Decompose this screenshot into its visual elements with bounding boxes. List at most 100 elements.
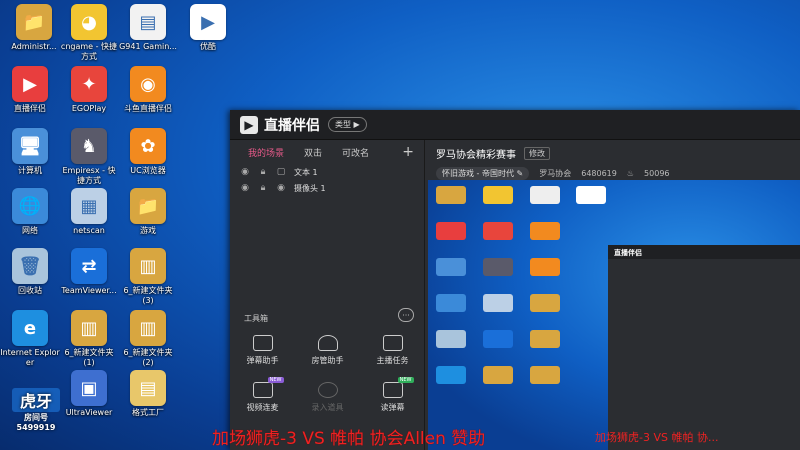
desktop-icon[interactable]: ◕ cngame - 快捷方式	[59, 4, 119, 62]
desktop-icon-label: 计算机	[18, 166, 42, 175]
desktop-icon[interactable]: ▥ 6_新建文件夹 (2)	[118, 310, 178, 368]
preview-desktop-icon	[436, 222, 466, 240]
lock-icon[interactable]: 🔒︎	[258, 183, 268, 193]
app-titlebar: ▶ 直播伴侣 类型 ▶	[230, 110, 800, 140]
stream-preview[interactable]: 直播伴侣	[428, 180, 800, 450]
desktop-icon[interactable]: 🌐 网络	[0, 188, 60, 236]
desktop-shortcut-icon: ▶	[190, 4, 226, 40]
source-item-camera[interactable]: ◉ 🔒︎ ◉ 摄像头 1	[230, 180, 424, 196]
desktop-icon[interactable]: ▥ 6_新建文件夹 (3)	[118, 248, 178, 306]
desktop-shortcut-icon: ✦	[71, 66, 107, 102]
desktop-icon-label: 直播伴侣	[14, 104, 46, 113]
tool-room-manager[interactable]: 房管助手	[295, 335, 360, 366]
desktop-icon-label: 斗鱼直播伴侣	[124, 104, 172, 113]
desktop-icon[interactable]: ▤ G941 Gamin...	[118, 4, 178, 52]
desktop-icon-label: netscan	[73, 226, 105, 235]
desktop-icon-label: G941 Gamin...	[119, 42, 177, 51]
desktop-icon[interactable]: e Internet Explorer	[0, 310, 60, 368]
tool-danmu-assistant[interactable]: 弹幕助手	[230, 335, 295, 366]
desktop-icon-label: 6_新建文件夹 (3)	[123, 286, 173, 305]
add-scene-button[interactable]: +	[402, 144, 414, 160]
desktop-shortcut-icon: ▤	[130, 4, 166, 40]
watermark-room-label: 房间号	[24, 413, 48, 422]
room-header: 罗马协会精彩赛事 修改 怀旧游戏 - 帝国时代 ✎ 罗马协会 6480619 ♨…	[426, 140, 800, 180]
room-title: 罗马协会精彩赛事	[436, 150, 516, 161]
watermark-room-id: 5499919	[16, 423, 56, 432]
desktop-icon[interactable]: ▣ UltraViewer	[59, 370, 119, 418]
desktop-icon[interactable]: ✦ EGOPlay	[59, 66, 119, 114]
desktop-icon[interactable]: ▥ 6_新建文件夹 (1)	[59, 310, 119, 368]
desktop-icon[interactable]: 🗑 回收站	[0, 248, 60, 296]
source-label: 文本 1	[294, 167, 318, 177]
desktop-shortcut-icon: ◕	[71, 4, 107, 40]
preview-desktop-icon	[483, 258, 513, 276]
sponsor-overlay-echo: 加场狮虎-3 VS 帷帕 协...	[595, 431, 719, 444]
tab-my-scene[interactable]: 我的场景	[248, 146, 284, 159]
desktop-icon-label: Administr...	[11, 42, 57, 51]
preview-desktop-icon	[436, 330, 466, 348]
app-logo-icon: ▶	[240, 115, 258, 134]
preview-desktop-icon	[436, 294, 466, 312]
scene-tabs: 我的场景 双击 可改名 +	[230, 140, 424, 164]
download-icon	[317, 382, 338, 398]
desktop-icon[interactable]: ⇄ TeamViewer...	[59, 248, 119, 296]
lock-icon[interactable]: 🔒︎	[258, 167, 268, 177]
toolbox-more-button[interactable]: ···	[398, 308, 414, 322]
tool-video-link[interactable]: NEW 视频连麦	[230, 377, 295, 413]
desktop-shortcut-icon: ⇄	[71, 248, 107, 284]
preview-desktop-icon	[530, 330, 560, 348]
desktop-icon[interactable]: ◉ 斗鱼直播伴侣	[118, 66, 178, 114]
preview-desktop-icon	[530, 366, 560, 384]
preview-desktop-icon	[576, 186, 606, 204]
watermark-logo: 虎牙	[12, 388, 60, 412]
desktop-icon[interactable]: ▶ 直播伴侣	[0, 66, 60, 114]
scene-panel: 我的场景 双击 可改名 + ◉ 🔒︎ ▢ 文本 1 ◉ 🔒︎ ◉ 摄像头 1 工…	[230, 140, 425, 450]
tab-double-click[interactable]: 双击	[304, 146, 322, 159]
check-icon	[382, 335, 403, 351]
fans-count: 50096	[644, 169, 670, 178]
preview-desktop-icon	[436, 258, 466, 276]
guild-name: 罗马协会	[539, 169, 572, 178]
desktop-icon-label: UC浏览器	[130, 166, 166, 175]
sponsor-overlay-text: 加场狮虎-3 VS 帷帕 协会Allen 赞助	[212, 429, 486, 449]
desktop-shortcut-icon: 📁	[16, 4, 52, 40]
msg-icon	[252, 335, 273, 351]
edit-title-button[interactable]: 修改	[524, 147, 550, 160]
desktop-icon-label: 格式工厂	[132, 408, 164, 417]
huya-watermark: 虎牙 房间号 5499919	[12, 388, 60, 432]
preview-desktop-icon	[436, 186, 466, 204]
eye-icon[interactable]: ◉	[240, 183, 250, 193]
desktop-icon[interactable]: ▦ netscan	[59, 188, 119, 236]
source-item-text[interactable]: ◉ 🔒︎ ▢ 文本 1	[230, 164, 424, 180]
toolbox-grid: 弹幕助手 房管助手 主播任务 NEW 视频连麦 录入道具 NEW 读弹幕	[230, 335, 425, 413]
eye-icon[interactable]: ◉	[240, 167, 250, 177]
desktop-shortcut-icon: ◉	[130, 66, 166, 102]
preview-desktop-icon	[436, 366, 466, 384]
desktop-icon-label: EGOPlay	[71, 104, 107, 113]
desktop-icon[interactable]: 📁 Administr...	[4, 4, 64, 52]
desktop-icon[interactable]: ▶ 优酷	[178, 4, 238, 52]
desktop-icon-label: 6_新建文件夹 (2)	[123, 348, 173, 367]
desktop-icon-label: Internet Explorer	[0, 348, 60, 367]
room-panel: 罗马协会精彩赛事 修改 怀旧游戏 - 帝国时代 ✎ 罗马协会 6480619 ♨…	[426, 140, 800, 450]
desktop-icon[interactable]: ▤ 格式工厂	[118, 370, 178, 418]
desktop-icon-label: UltraViewer	[65, 408, 113, 417]
desktop-icon[interactable]: ♞ Empiresx - 快捷方式	[59, 128, 119, 186]
desktop-shortcut-icon: 🗑	[12, 248, 48, 284]
desktop-shortcut-icon: ▥	[71, 310, 107, 346]
desktop-shortcut-icon: ▣	[71, 370, 107, 406]
tool-record-props[interactable]: 录入道具	[295, 382, 360, 413]
category-selector[interactable]: 怀旧游戏 - 帝国时代 ✎	[436, 167, 530, 180]
preview-desktop-icon	[483, 294, 513, 312]
desktop-shortcut-icon: ▥	[130, 310, 166, 346]
tool-anchor-task[interactable]: 主播任务	[360, 335, 425, 366]
desktop-icon[interactable]: ✿ UC浏览器	[118, 128, 178, 176]
type-button[interactable]: 类型 ▶	[328, 117, 367, 132]
desktop-icon[interactable]: 📁 游戏	[118, 188, 178, 236]
preview-nested-title: 直播伴侣	[608, 245, 800, 259]
desktop-shortcut-icon: ▤	[130, 370, 166, 406]
tool-read-danmu[interactable]: NEW 读弹幕	[360, 377, 425, 413]
desktop-icon[interactable]: 🖥 计算机	[0, 128, 60, 176]
tab-rename[interactable]: 可改名	[342, 146, 369, 159]
desktop-icon-label: 6_新建文件夹 (1)	[64, 348, 114, 367]
